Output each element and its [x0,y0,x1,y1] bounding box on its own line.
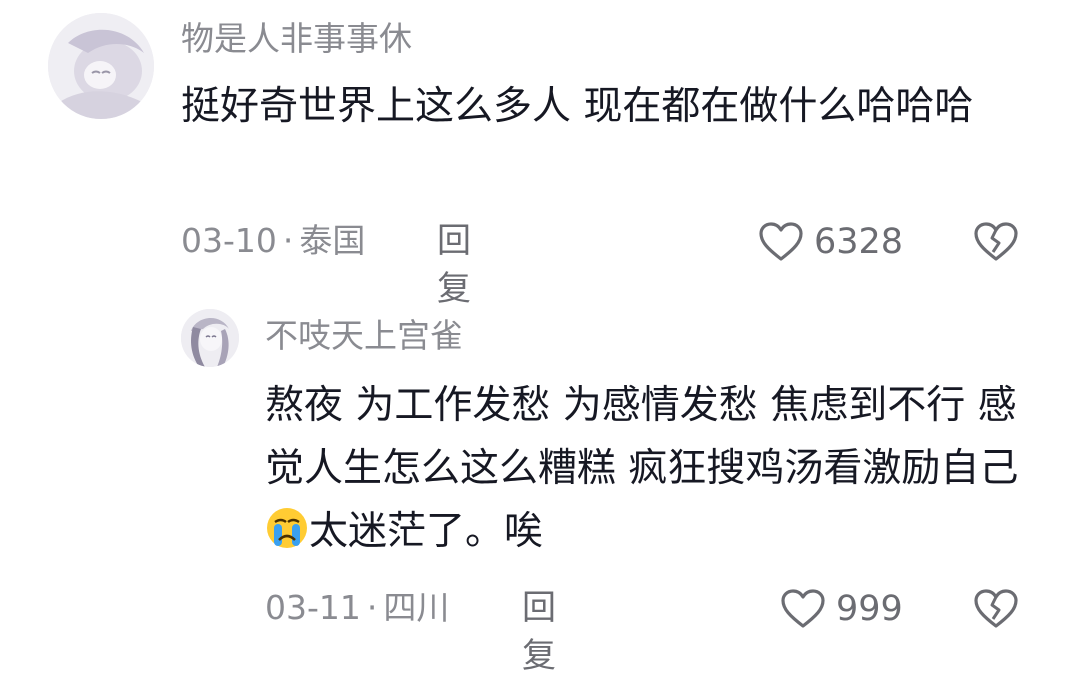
like-count: 6328 [814,222,904,262]
comment-text: 熬夜 为工作发愁 为感情发愁 焦虑到不行 感觉人生怎么这么糟糕 疯狂搜鸡汤看激励… [265,374,1025,563]
avatar-illustration [48,13,154,119]
reply-button[interactable]: 回复 [437,217,471,313]
heart-icon [781,589,825,628]
like-button[interactable]: 6328 [758,218,903,266]
heart-icon [759,222,803,261]
dislike-button[interactable] [973,218,1019,266]
comment-date: 03-11 [265,588,361,627]
meta-separator: · [282,221,294,260]
avatar[interactable] [48,13,154,119]
username[interactable]: 不吱天上宫雀 [265,313,463,359]
comment-meta: 03-11 · 四川 [265,584,449,632]
comment-text-part: 熬夜 为工作发愁 为感情发愁 焦虑到不行 感觉人生怎么这么糟糕 疯狂搜鸡汤看激励… [265,383,1019,491]
comment-date: 03-10 [181,221,277,260]
comment-location: 泰国 [299,221,366,260]
comment-text-part: 太迷茫了。唉 [309,509,544,554]
like-count: 999 [836,589,903,629]
broken-heart-icon [974,589,1018,628]
avatar[interactable] [181,309,239,367]
comment-text: 挺好奇世界上这么多人 现在都在做什么哈哈哈 [181,84,974,129]
broken-heart-icon [974,222,1018,261]
like-button[interactable]: 999 [780,585,903,633]
comment-meta: 03-10 · 泰国 [181,217,365,265]
username[interactable]: 物是人非事事休 [181,16,412,62]
crying-face-icon [265,506,309,550]
dislike-button[interactable] [973,585,1019,633]
meta-separator: · [366,588,378,627]
avatar-illustration [181,309,239,367]
comment-location: 四川 [383,588,450,627]
